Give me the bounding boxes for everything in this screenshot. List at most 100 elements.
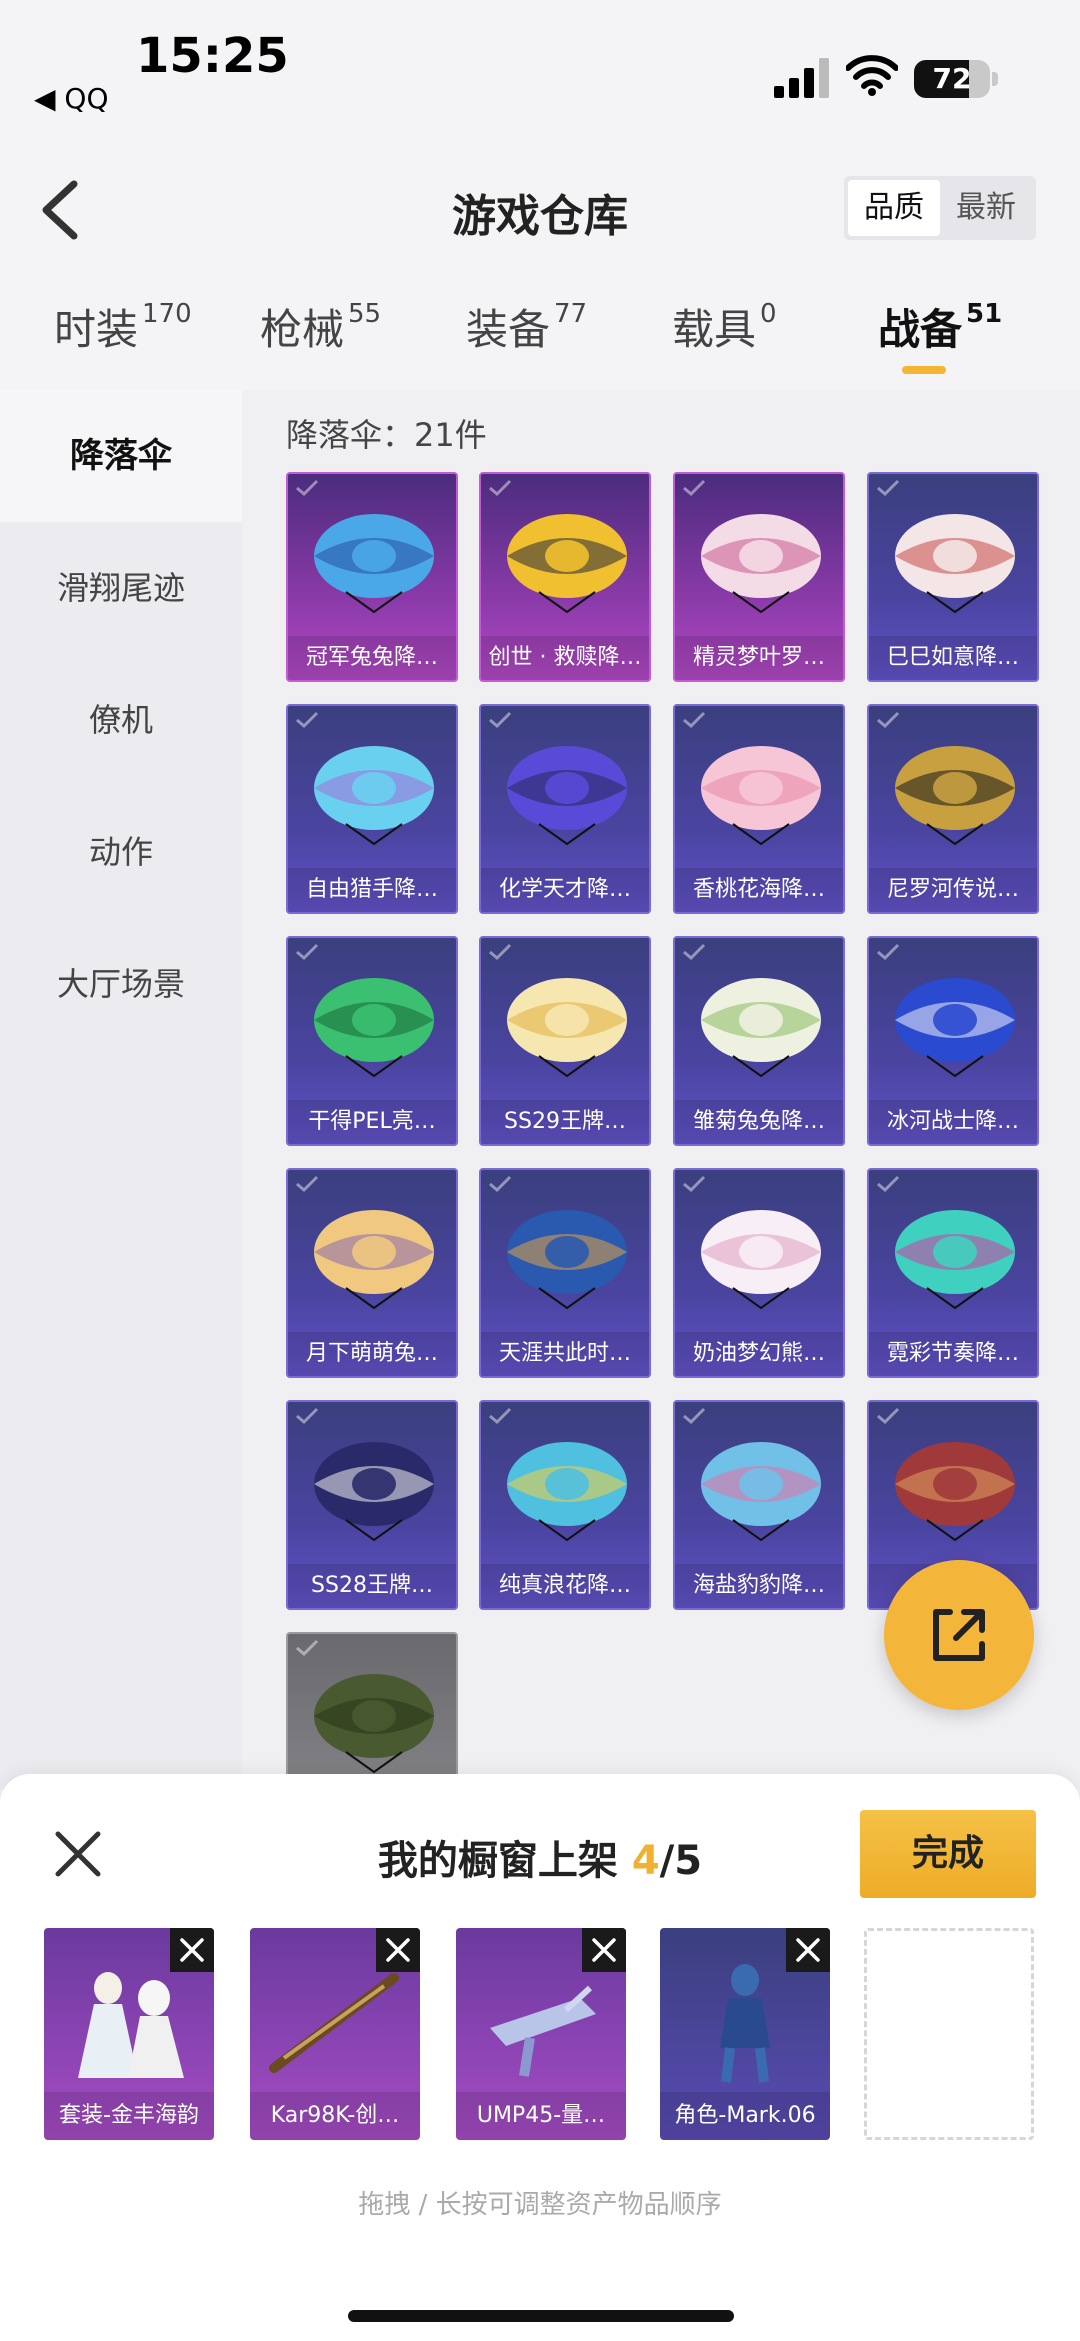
parachute-icon — [314, 1674, 434, 1774]
showcase-slot[interactable]: Kar98K-创… — [250, 1928, 420, 2140]
parachute-item[interactable]: 月下萌萌兔… — [286, 1168, 458, 1378]
remove-icon[interactable] — [170, 1928, 214, 1972]
tab-equipment[interactable]: 装备 77 — [466, 296, 587, 357]
check-icon — [489, 943, 512, 961]
done-button[interactable]: 完成 — [860, 1810, 1036, 1898]
empty-slot[interactable] — [864, 1928, 1034, 2140]
battery-icon: 72 — [914, 60, 990, 98]
category-tabs: 时装 170 枪械 55 装备 77 载具 0 战备 51 — [0, 290, 1080, 390]
item-name: 雏菊兔兔降… — [675, 1100, 843, 1144]
battery-tip — [992, 72, 998, 86]
tab-fashion[interactable]: 时装 170 — [54, 296, 192, 357]
parachute-icon — [507, 514, 627, 614]
item-name: SS29王牌… — [481, 1100, 649, 1144]
showcase-slot[interactable]: UMP45-量… — [456, 1928, 626, 2140]
check-icon — [683, 1407, 706, 1425]
sort-toggle: 品质 最新 — [844, 176, 1036, 240]
back-to-app-link[interactable]: ◀ QQ — [34, 82, 109, 115]
tab-label: 战备 — [878, 305, 963, 354]
parachute-item[interactable]: 冠军兔兔降… — [286, 472, 458, 682]
parachute-item[interactable]: 巳巳如意降… — [867, 472, 1039, 682]
parachute-item[interactable]: 纯真浪花降… — [479, 1400, 651, 1610]
parachute-item[interactable]: 创世 · 救赎降… — [479, 472, 651, 682]
slot-item-name: Kar98K-创… — [250, 2092, 420, 2140]
clock: 15:25 — [136, 28, 289, 84]
parachute-icon — [701, 978, 821, 1078]
item-thumbnail-icon — [269, 1973, 399, 2073]
parachute-item[interactable]: 干得PEL亮… — [286, 936, 458, 1146]
parachute-icon — [314, 1442, 434, 1542]
sort-by-quality-button[interactable]: 品质 — [848, 180, 940, 236]
item-name: 干得PEL亮… — [288, 1100, 456, 1144]
share-button[interactable] — [884, 1560, 1034, 1710]
sidebar: 降落伞 滑翔尾迹 僚机 动作 大厅场景 — [0, 390, 242, 1790]
parachute-icon — [701, 1210, 821, 1310]
check-icon — [296, 1639, 319, 1657]
check-icon — [683, 479, 706, 497]
parachute-icon — [701, 1442, 821, 1542]
sidebar-item-emote[interactable]: 动作 — [0, 786, 242, 918]
parachute-item[interactable]: 自由猎手降… — [286, 704, 458, 914]
showcase-slot[interactable]: 套装-金丰海韵 — [44, 1928, 214, 2140]
parachute-item[interactable]: 奶油梦幻熊… — [673, 1168, 845, 1378]
parachute-item[interactable]: 霓彩节奏降… — [867, 1168, 1039, 1378]
tab-count: 0 — [760, 299, 777, 329]
check-icon — [877, 479, 900, 497]
item-name: 海盐豹豹降… — [675, 1564, 843, 1608]
tab-weapons[interactable]: 枪械 55 — [260, 296, 381, 357]
status-bar: 15:25 ◀ QQ 72 — [0, 0, 1080, 140]
parachute-icon — [507, 978, 627, 1078]
parachute-icon — [507, 1442, 627, 1542]
sidebar-item-wingman[interactable]: 僚机 — [0, 654, 242, 786]
check-icon — [296, 1407, 319, 1425]
parachute-item[interactable]: 海盐豹豹降… — [673, 1400, 845, 1610]
showcase-sheet: 我的橱窗上架 4/5 完成 套装-金丰海韵 Kar98K-创… UMP45-量… 角色… — [0, 1774, 1080, 2341]
sidebar-item-parachute[interactable]: 降落伞 — [0, 390, 242, 522]
parachute-item[interactable]: 尼罗河传说… — [867, 704, 1039, 914]
slot-item-name: UMP45-量… — [456, 2092, 626, 2140]
item-thumbnail-icon — [78, 1972, 184, 2078]
sidebar-item-glide-trail[interactable]: 滑翔尾迹 — [0, 522, 242, 654]
tab-vehicles[interactable]: 载具 0 — [672, 296, 777, 357]
tab-label: 载具 — [672, 305, 757, 354]
active-tab-indicator — [902, 366, 946, 374]
tab-count: 51 — [966, 299, 1003, 329]
parachute-item[interactable]: SS29王牌… — [479, 936, 651, 1146]
check-icon — [489, 479, 512, 497]
remove-icon[interactable] — [786, 1928, 830, 1972]
header: 游戏仓库 品质 最新 — [0, 150, 1080, 270]
item-thumbnail-icon — [720, 1964, 770, 2083]
tab-combat-gear[interactable]: 战备 51 — [878, 296, 1002, 357]
item-name: 霓彩节奏降… — [869, 1332, 1037, 1376]
item-name: 冰河战士降… — [869, 1100, 1037, 1144]
check-icon — [877, 711, 900, 729]
home-indicator[interactable] — [348, 2310, 734, 2322]
parachute-icon — [314, 746, 434, 846]
check-icon — [877, 1407, 900, 1425]
check-icon — [877, 943, 900, 961]
parachute-item[interactable]: 雏菊兔兔降… — [673, 936, 845, 1146]
sort-by-newest-button[interactable]: 最新 — [940, 180, 1032, 236]
parachute-icon — [701, 746, 821, 846]
item-name: 天涯共此时… — [481, 1332, 649, 1376]
parachute-item[interactable]: SS28王牌… — [286, 1400, 458, 1610]
parachute-item[interactable]: 冰河战士降… — [867, 936, 1039, 1146]
item-name: 尼罗河传说… — [869, 868, 1037, 912]
parachute-item[interactable]: 精灵梦叶罗… — [673, 472, 845, 682]
parachute-item[interactable]: 天涯共此时… — [479, 1168, 651, 1378]
item-name: 自由猎手降… — [288, 868, 456, 912]
slot-item-name: 套装-金丰海韵 — [44, 2092, 214, 2140]
battery-level: 72 — [932, 62, 972, 95]
tab-count: 77 — [554, 299, 588, 329]
sidebar-item-lobby-scene[interactable]: 大厅场景 — [0, 918, 242, 1050]
parachute-item[interactable]: 化学天才降… — [479, 704, 651, 914]
item-thumbnail-icon — [490, 1985, 596, 2077]
remove-icon[interactable] — [582, 1928, 626, 1972]
tab-label: 装备 — [466, 305, 551, 354]
parachute-item[interactable]: 香桃花海降… — [673, 704, 845, 914]
showcase-slot[interactable]: 角色-Mark.06 — [660, 1928, 830, 2140]
signal-icon — [774, 58, 829, 98]
tab-count: 55 — [348, 299, 382, 329]
item-name: 月下萌萌兔… — [288, 1332, 456, 1376]
remove-icon[interactable] — [376, 1928, 420, 1972]
